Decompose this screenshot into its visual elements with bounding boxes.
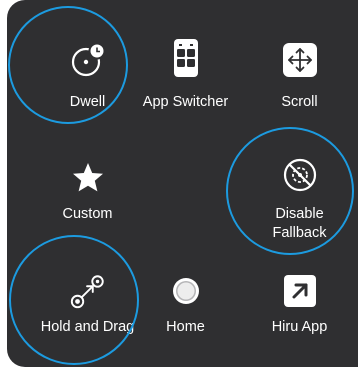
menu-item-label: Home (166, 319, 205, 335)
star-icon (68, 158, 108, 198)
menu-item-hiru-app[interactable]: Hiru App (241, 257, 358, 367)
menu-item-home[interactable]: Home (127, 257, 244, 367)
menu-item-label: App Switcher (142, 94, 229, 110)
menu-item-label: Scroll (281, 94, 318, 110)
hiru-app-icon (280, 271, 320, 311)
menu-item-disable-fallback[interactable]: Disable Fallback (241, 130, 358, 241)
hold-and-drag-icon (68, 271, 108, 311)
home-button-icon (166, 271, 206, 311)
menu-item-scroll[interactable]: Scroll (241, 0, 358, 110)
menu-item-label: Hiru App (271, 319, 328, 335)
app-switcher-icon (166, 38, 206, 78)
dwell-icon (68, 40, 108, 80)
assistive-menu-panel: Dwell App Switcher Scroll Custom Disable… (7, 0, 358, 367)
menu-item-custom[interactable]: Custom (29, 130, 146, 240)
disable-fallback-icon (280, 155, 320, 195)
scroll-arrows-icon (280, 40, 320, 80)
menu-item-label: Disable Fallback (272, 206, 327, 241)
menu-item-app-switcher[interactable]: App Switcher (127, 0, 244, 110)
menu-item-label: Custom (62, 206, 113, 222)
